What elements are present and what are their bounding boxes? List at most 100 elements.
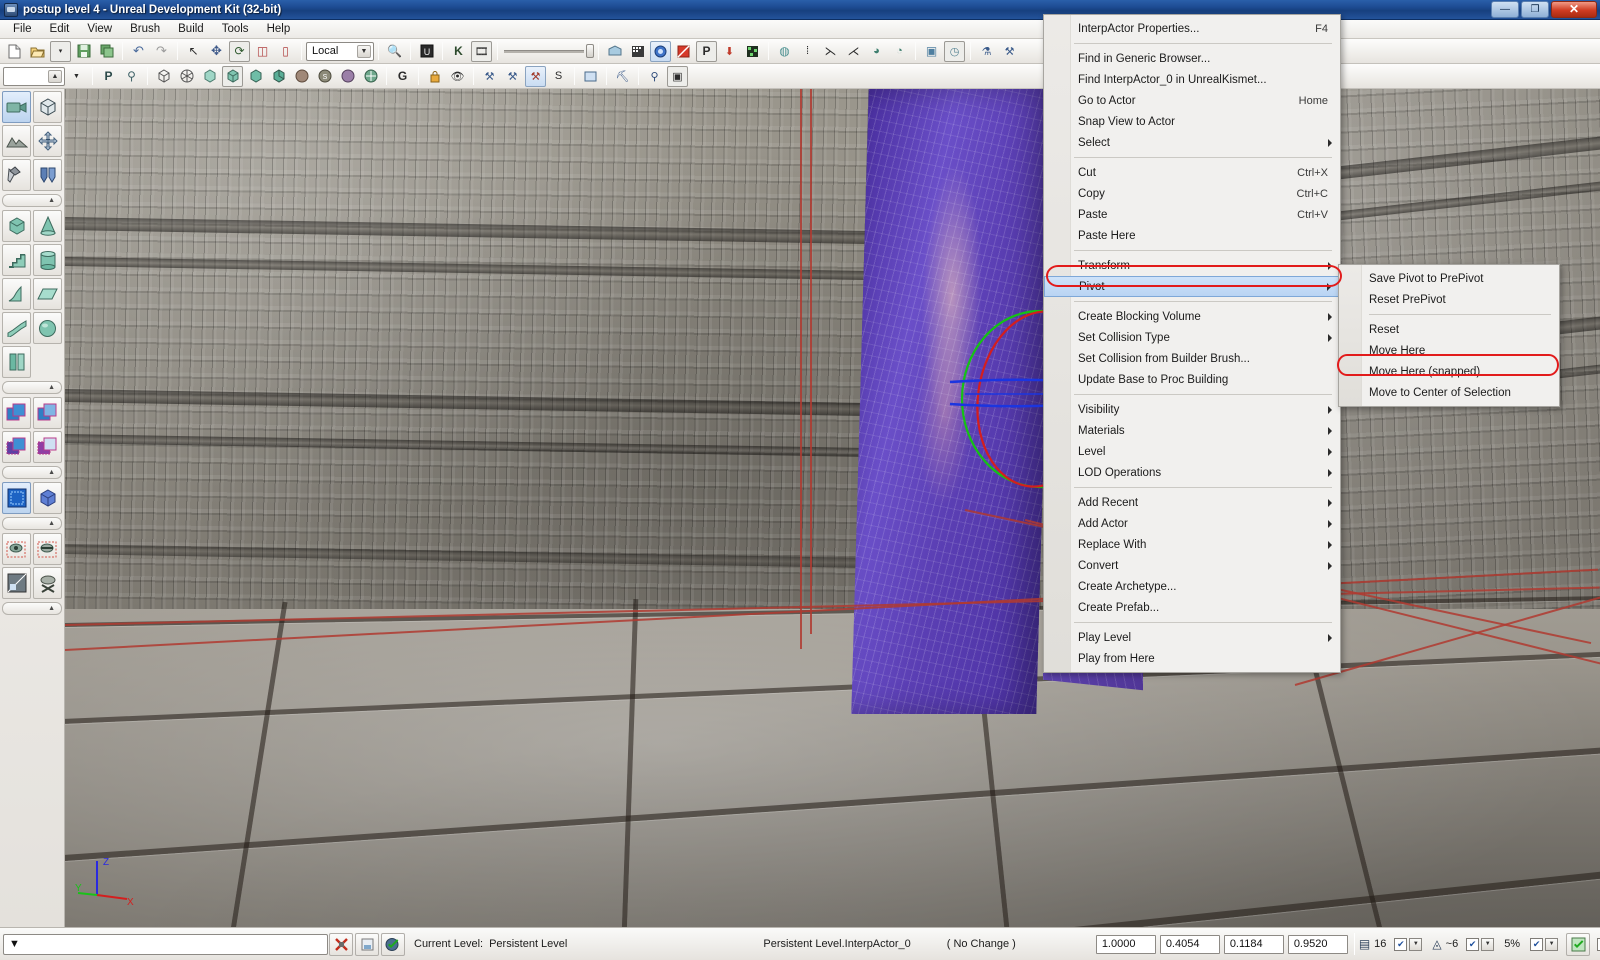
menu-item-brush[interactable]: Brush bbox=[121, 21, 169, 38]
context-menu-item-cut[interactable]: Cut Ctrl+X bbox=[1044, 162, 1340, 183]
cube-brush-icon[interactable] bbox=[2, 210, 31, 242]
context-menu-item-snap-view-to-actor[interactable]: Snap View to Actor bbox=[1044, 111, 1340, 132]
new-file-icon[interactable] bbox=[4, 41, 25, 62]
select-mode-icon[interactable]: ↖ bbox=[183, 41, 204, 62]
csg-collapse-handle[interactable]: ▲ bbox=[2, 466, 62, 479]
context-menu-item-go-to-actor[interactable]: Go to Actor Home bbox=[1044, 90, 1340, 111]
staircase-brush-icon[interactable] bbox=[2, 244, 31, 276]
brush-dropdown-icon[interactable]: ▼ bbox=[66, 66, 87, 87]
context-menu-item-replace-with[interactable]: Replace With bbox=[1044, 534, 1340, 555]
sheet-brush-icon[interactable] bbox=[33, 278, 62, 310]
lock-selection-icon[interactable] bbox=[424, 66, 445, 87]
selection-collapse-handle[interactable]: ▲ bbox=[2, 602, 62, 615]
realtime-preview-icon[interactable]: ◷ bbox=[944, 40, 965, 62]
menu-item-tools[interactable]: Tools bbox=[213, 21, 258, 38]
brush-lightingonly-icon[interactable] bbox=[245, 66, 266, 87]
lightmass-icon[interactable]: ⁞ bbox=[797, 41, 818, 62]
matinee-icon[interactable]: 🎞 bbox=[471, 40, 492, 62]
content-browser-icon[interactable]: U bbox=[416, 41, 437, 62]
submenu-item-save-pivot-to-prepivot[interactable]: Save Pivot to PrePivot bbox=[1339, 268, 1559, 289]
texture-mode-icon[interactable] bbox=[2, 159, 31, 191]
lighting-quality-icon[interactable]: ◍ bbox=[774, 41, 795, 62]
maximize-viewport-icon[interactable] bbox=[580, 66, 601, 87]
level-browser-icon[interactable] bbox=[355, 932, 379, 956]
context-menu-item-lod-operations[interactable]: LOD Operations bbox=[1044, 462, 1340, 483]
context-menu-item-update-base-to-proc-building[interactable]: Update Base to Proc Building bbox=[1044, 369, 1340, 390]
context-menu-item-convert[interactable]: Convert bbox=[1044, 555, 1340, 576]
transform-field-2[interactable]: 0.1184 bbox=[1223, 934, 1284, 954]
pin-icon[interactable]: ⚲ bbox=[644, 66, 665, 87]
chevron-up-icon[interactable]: ▲ bbox=[48, 69, 62, 83]
brush-combo[interactable]: ▲ bbox=[3, 66, 65, 86]
context-menu-item-select[interactable]: Select bbox=[1044, 132, 1340, 153]
build-cover-icon[interactable] bbox=[673, 41, 694, 62]
menu-item-view[interactable]: View bbox=[78, 21, 121, 38]
autosave-icon[interactable] bbox=[1566, 932, 1591, 956]
level-status-icon[interactable] bbox=[381, 932, 405, 956]
fullscreen-icon[interactable]: ▣ bbox=[667, 65, 688, 87]
level-combo[interactable]: ▼ bbox=[3, 933, 328, 955]
redo-icon[interactable]: ↷ bbox=[151, 41, 172, 62]
context-menu-item-add-recent[interactable]: Add Recent bbox=[1044, 492, 1340, 513]
game-view-icon[interactable]: G bbox=[392, 66, 413, 87]
sphere-brush-icon[interactable] bbox=[33, 312, 62, 344]
submenu-item-reset[interactable]: Reset bbox=[1339, 319, 1559, 340]
context-menu-item-interpactor-properties[interactable]: InterpActor Properties... F4 bbox=[1044, 18, 1340, 39]
actor-context-menu[interactable]: InterpActor Properties... F4 Find in Gen… bbox=[1043, 14, 1341, 673]
rotation-grid-checkbox[interactable]: ✔ bbox=[1466, 937, 1480, 951]
emitter-icon[interactable]: ⚗ bbox=[976, 41, 997, 62]
hide-selected-icon[interactable] bbox=[33, 533, 62, 565]
menu-item-build[interactable]: Build bbox=[169, 21, 213, 38]
play-on-pc-icon[interactable]: ⬇ bbox=[719, 41, 740, 62]
camera-mode-icon[interactable] bbox=[2, 91, 31, 123]
maximize-button[interactable]: ❐ bbox=[1521, 1, 1549, 18]
scale-nonuniform-icon[interactable]: ▯ bbox=[275, 41, 296, 62]
brush-wire-unlit-icon[interactable] bbox=[176, 66, 197, 87]
modes-collapse-handle[interactable]: ▲ bbox=[2, 194, 62, 207]
coordinate-system-combo[interactable]: Local ▼ bbox=[306, 41, 374, 61]
terrain-mode-icon[interactable] bbox=[2, 125, 31, 157]
submenu-item-move-here-snapped[interactable]: Move Here (snapped) bbox=[1339, 361, 1559, 382]
cone-brush-icon[interactable] bbox=[33, 210, 62, 242]
camera-speed-icon[interactable]: ⚒ bbox=[479, 66, 500, 87]
pivot-submenu[interactable]: Save Pivot to PrePivot Reset PrePivot Re… bbox=[1338, 264, 1560, 407]
invert-selection-icon[interactable] bbox=[2, 567, 31, 599]
menu-item-help[interactable]: Help bbox=[258, 21, 300, 38]
kismet-icon[interactable]: K bbox=[448, 41, 469, 62]
brush-lightmapdensity-icon[interactable] bbox=[337, 66, 358, 87]
context-menu-item-find-in-generic-browser[interactable]: Find in Generic Browser... bbox=[1044, 48, 1340, 69]
brush-shadercomplexity-icon[interactable]: S bbox=[314, 66, 335, 87]
clear-selection-icon[interactable] bbox=[329, 932, 353, 956]
viewport-config-icon[interactable]: ▣ bbox=[921, 41, 942, 62]
transform-field-1[interactable]: 0.4054 bbox=[1159, 934, 1220, 954]
scale-grid-checkbox[interactable]: ✔ bbox=[1530, 937, 1544, 951]
build-lighting-icon[interactable] bbox=[627, 41, 648, 62]
spiral-staircase-brush-icon[interactable] bbox=[2, 312, 31, 344]
save-icon[interactable] bbox=[73, 41, 94, 62]
camera-speed2-icon[interactable]: ⚒ bbox=[502, 66, 523, 87]
actor-icon[interactable]: ⛏ bbox=[612, 66, 633, 87]
context-menu-item-play-level[interactable]: Play Level bbox=[1044, 627, 1340, 648]
close-button[interactable]: ✕ bbox=[1551, 1, 1597, 18]
submenu-item-move-here[interactable]: Move Here bbox=[1339, 340, 1559, 361]
context-menu-item-find-in-kismet[interactable]: Find InterpActor_0 in UnrealKismet... bbox=[1044, 69, 1340, 90]
tetrahedron-brush-icon[interactable] bbox=[2, 346, 31, 378]
context-menu-item-set-collision-type[interactable]: Set Collision Type bbox=[1044, 327, 1340, 348]
build-selected-icon[interactable]: ⋌ bbox=[843, 41, 864, 62]
context-menu-item-set-collision-from-builder-brush[interactable]: Set Collision from Builder Brush... bbox=[1044, 348, 1340, 369]
translate-mode-icon[interactable]: ✥ bbox=[206, 41, 227, 62]
context-menu-item-level[interactable]: Level bbox=[1044, 441, 1340, 462]
show-selected-icon[interactable] bbox=[2, 533, 31, 565]
context-menu-item-create-archetype[interactable]: Create Archetype... bbox=[1044, 576, 1340, 597]
brush-unlit-icon[interactable] bbox=[199, 66, 220, 87]
push-light-icon[interactable]: ◕ bbox=[866, 41, 887, 62]
prefab-icon[interactable]: P bbox=[98, 66, 119, 87]
geometry-mode-icon[interactable] bbox=[33, 91, 62, 123]
submenu-item-reset-prepivot[interactable]: Reset PrePivot bbox=[1339, 289, 1559, 310]
build-all-icon[interactable]: ⋋ bbox=[820, 41, 841, 62]
csg-subtract-icon[interactable] bbox=[33, 397, 62, 429]
far-plane-slider-knob[interactable] bbox=[586, 44, 594, 58]
drag-grid-checkbox[interactable]: ✔ bbox=[1394, 937, 1408, 951]
clear-selection-icon[interactable] bbox=[33, 567, 62, 599]
context-menu-item-add-actor[interactable]: Add Actor bbox=[1044, 513, 1340, 534]
